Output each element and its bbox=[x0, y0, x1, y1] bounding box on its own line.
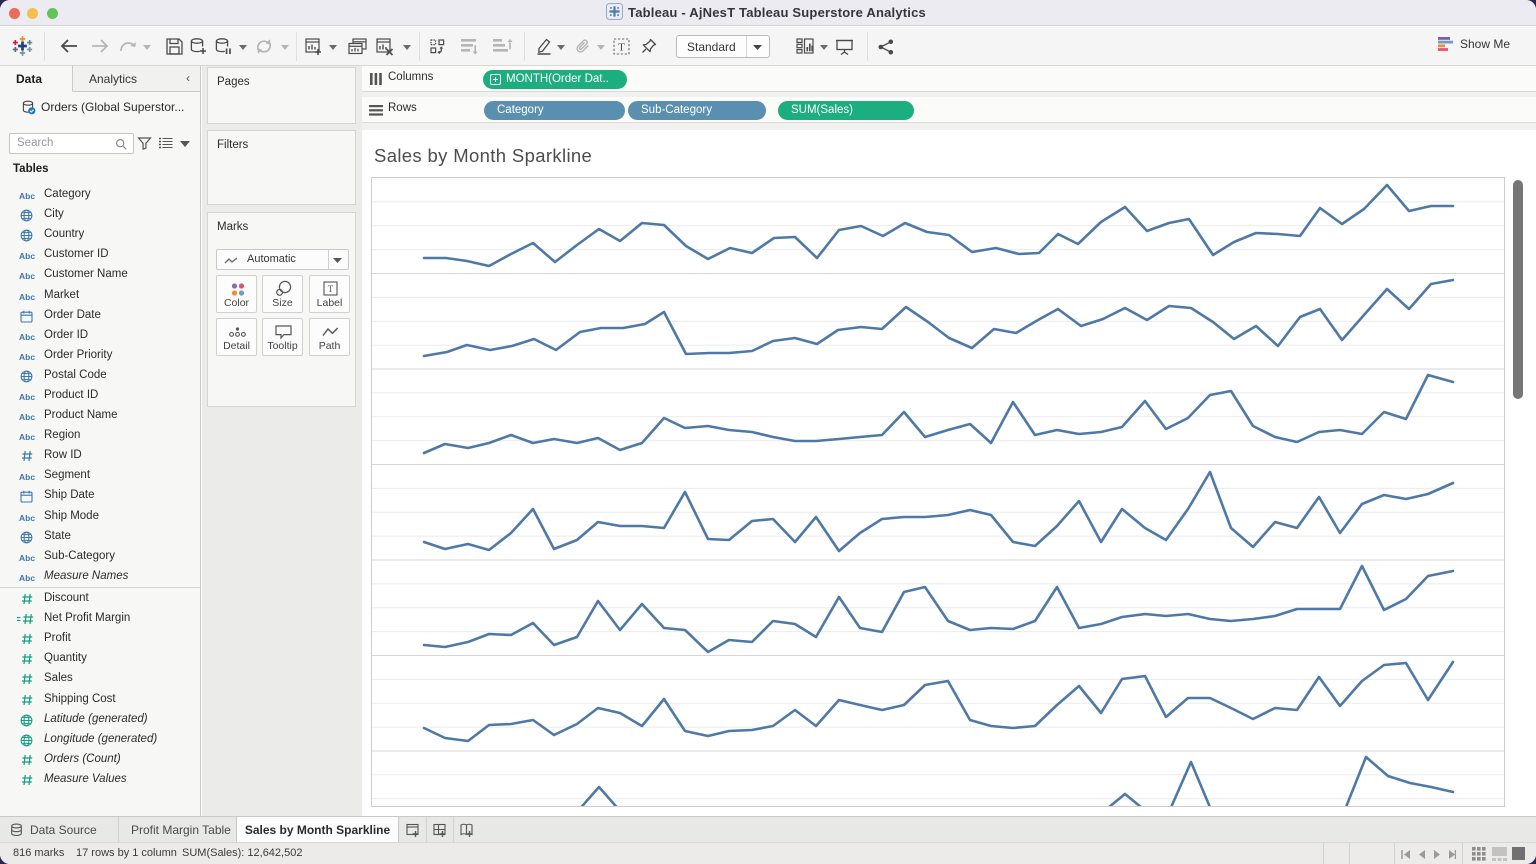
svg-text:T: T bbox=[618, 42, 625, 54]
svg-text:T: T bbox=[328, 284, 334, 294]
